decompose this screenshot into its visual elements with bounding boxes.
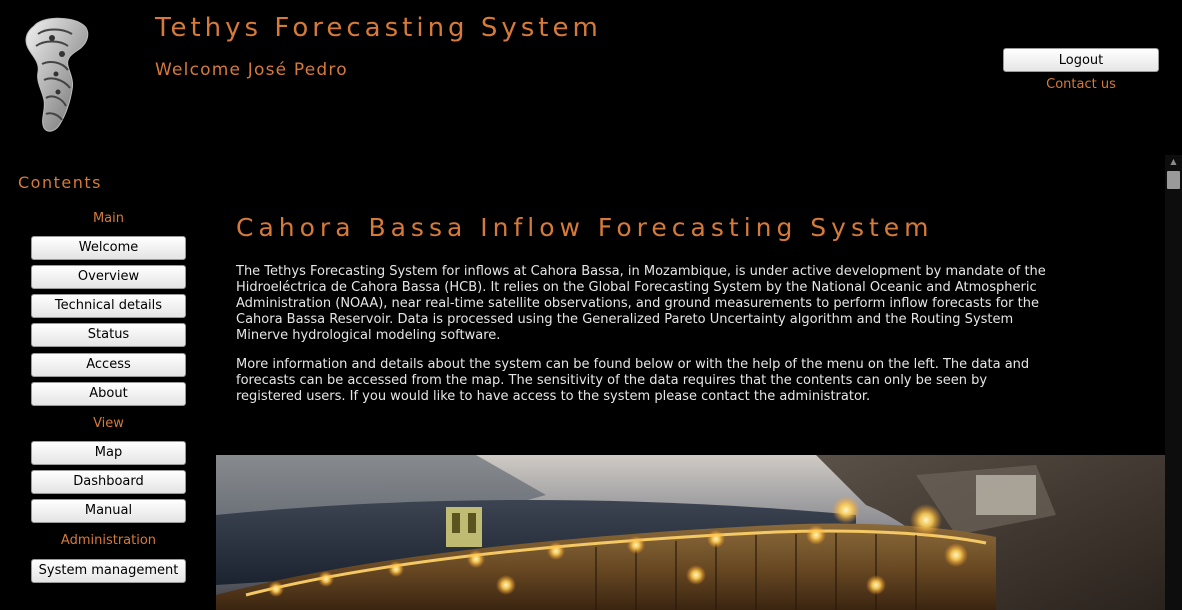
nav-map-button[interactable]: Map — [31, 441, 186, 465]
nav-overview-button[interactable]: Overview — [31, 265, 186, 289]
nav-manual-button[interactable]: Manual — [31, 499, 186, 523]
tethys-logo-icon — [25, 17, 89, 132]
app-title: Tethys Forecasting System — [155, 13, 602, 43]
intro-paragraph: The Tethys Forecasting System for inflow… — [236, 264, 1046, 343]
logout-button[interactable]: Logout — [1003, 48, 1159, 72]
nav-about-button[interactable]: About — [31, 382, 186, 406]
welcome-message: Welcome José Pedro — [155, 60, 348, 80]
nav-dashboard-button[interactable]: Dashboard — [31, 470, 186, 494]
nav-group-administration: Administration — [60, 533, 157, 548]
scrollbar-thumb[interactable] — [1167, 171, 1180, 189]
nav-group-main: Main — [92, 211, 125, 226]
info-paragraph: More information and details about the s… — [236, 357, 1030, 404]
nav-welcome-button[interactable]: Welcome — [31, 236, 186, 260]
nav-technical-details-button[interactable]: Technical details — [31, 294, 186, 318]
sidebar-title: Contents — [18, 173, 102, 192]
page: Tethys Forecasting System Welcome José P… — [0, 0, 1182, 610]
contact-us-link[interactable]: Contact us — [1003, 77, 1159, 92]
dam-photo — [216, 455, 1166, 610]
nav-system-management-button[interactable]: System management — [31, 559, 186, 583]
nav-status-button[interactable]: Status — [31, 323, 186, 347]
page-title: Cahora Bassa Inflow Forecasting System — [236, 213, 934, 242]
nav-access-button[interactable]: Access — [31, 353, 186, 377]
vertical-scrollbar[interactable]: ▲ — [1165, 155, 1182, 610]
scroll-up-arrow-icon[interactable]: ▲ — [1165, 155, 1182, 169]
nav-group-view: View — [93, 416, 124, 431]
